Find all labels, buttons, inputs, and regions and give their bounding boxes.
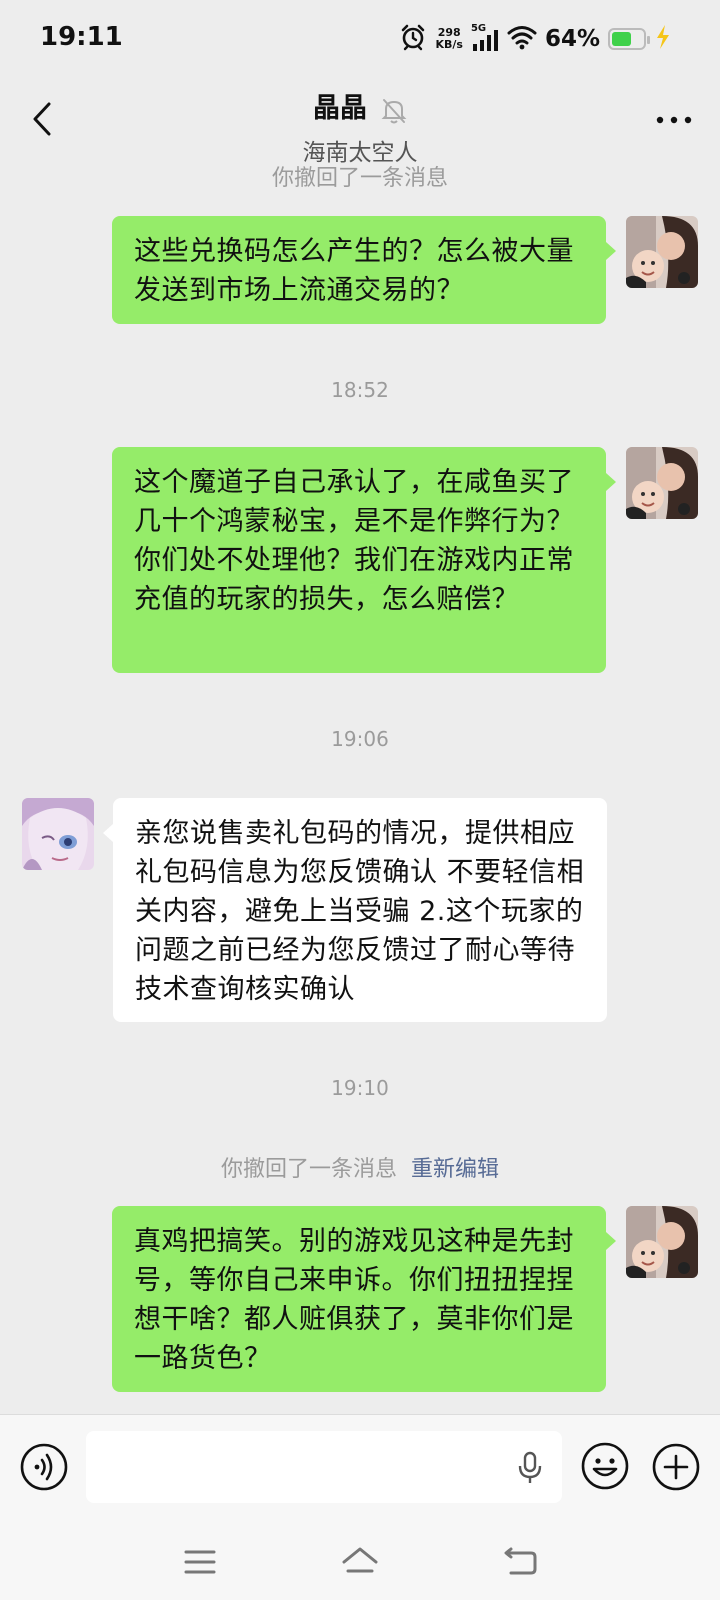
- mic-icon[interactable]: [518, 1451, 542, 1489]
- back-nav-button[interactable]: [498, 1542, 542, 1582]
- chat-title-area: 晶晶 海南太空人: [0, 86, 720, 167]
- contact-avatar[interactable]: [22, 798, 94, 870]
- status-time: 19:11: [40, 22, 123, 52]
- voice-icon: [20, 1443, 68, 1491]
- signal-icon: 5G: [470, 23, 499, 53]
- net-speed: 298 KB/s: [435, 27, 462, 51]
- emoji-icon: [581, 1442, 629, 1490]
- my-avatar[interactable]: [626, 1206, 698, 1278]
- recall-notice-text: 你撤回了一条消息: [220, 1157, 397, 1182]
- recall-notice: 你撤回了一条消息: [0, 160, 720, 192]
- recall-notice-text: 你撤回了一条消息: [271, 166, 448, 191]
- re-edit-link[interactable]: 重新编辑: [411, 1157, 499, 1182]
- home-icon: [342, 1547, 378, 1573]
- my-avatar[interactable]: [626, 447, 698, 519]
- battery-fill: [612, 32, 632, 46]
- charging-icon: [654, 24, 672, 54]
- battery-percent: 64%: [544, 26, 600, 52]
- input-bar: [0, 1414, 720, 1527]
- my-avatar[interactable]: [626, 216, 698, 288]
- status-bar: 19:11 298 KB/s 5G 64%: [0, 0, 720, 80]
- timestamp: 19:06: [331, 727, 389, 751]
- net-speed-unit: KB/s: [435, 38, 463, 51]
- wifi-icon: [507, 24, 537, 54]
- emoji-button[interactable]: [580, 1441, 630, 1491]
- recall-notice: 你撤回了一条消息 重新编辑: [0, 1151, 720, 1183]
- my-message-bubble[interactable]: 真鸡把搞笑。别的游戏见这种是先封号，等你自己来申诉。你们扭扭捏捏想干啥？都人赃俱…: [112, 1206, 616, 1392]
- more-functions-button[interactable]: [652, 1443, 700, 1491]
- plus-icon: [652, 1443, 700, 1491]
- mute-bell-icon: [381, 97, 407, 129]
- back-icon: [504, 1547, 537, 1575]
- timestamp: 19:10: [331, 1076, 389, 1100]
- recent-apps-button[interactable]: [178, 1542, 222, 1582]
- home-button[interactable]: [338, 1542, 382, 1582]
- my-message-bubble[interactable]: 这些兑换码怎么产生的？怎么被大量发送到市场上流通交易的？: [112, 216, 616, 324]
- network-type: 5G: [470, 23, 487, 34]
- chat-header: 晶晶 海南太空人: [0, 80, 720, 166]
- my-message-bubble[interactable]: 这个魔道子自己承认了，在咸鱼买了几十个鸿蒙秘宝，是不是作弊行为？你们处不处理他？…: [112, 447, 616, 673]
- menu-icon: [184, 1550, 216, 1574]
- more-button[interactable]: [652, 100, 696, 140]
- message-input[interactable]: [86, 1431, 562, 1503]
- alarm-icon: [399, 23, 427, 55]
- voice-mode-button[interactable]: [20, 1443, 68, 1491]
- more-dots-icon: [656, 116, 692, 124]
- status-icons: 298 KB/s 5G 64%: [399, 22, 672, 56]
- system-nav-bar: [0, 1526, 720, 1600]
- chat-title: 晶晶: [313, 93, 367, 124]
- contact-message-bubble[interactable]: 亲您说售卖礼包码的情况，提供相应礼包码信息为您反馈确认 不要轻信相关内容，避免上…: [103, 798, 607, 1022]
- timestamp: 18:52: [331, 378, 389, 402]
- battery-icon: [608, 28, 650, 50]
